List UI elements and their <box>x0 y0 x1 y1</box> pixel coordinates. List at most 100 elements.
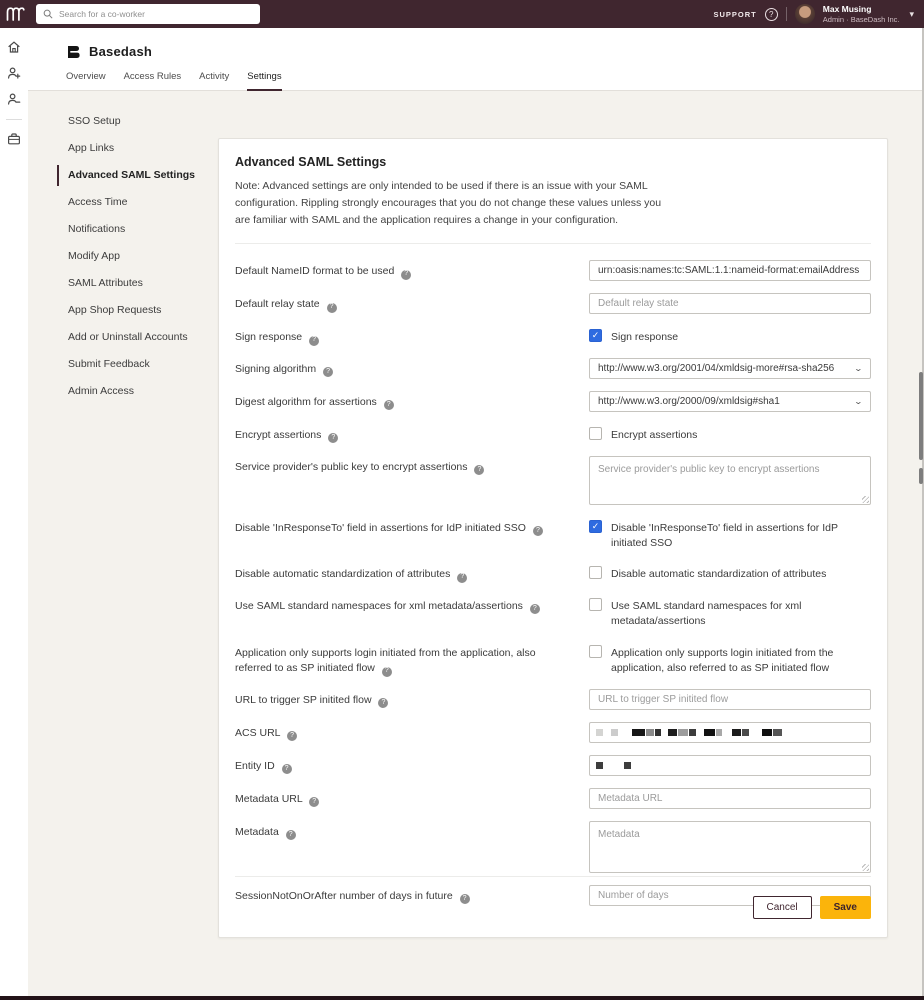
entity-id-label: Entity ID ? <box>235 755 589 776</box>
digest-algorithm-selected-value: http://www.w3.org/2000/09/xmldsig#sha1 <box>598 396 780 407</box>
metadata-help-icon[interactable]: ? <box>286 830 296 840</box>
metadata-placeholder: Metadata <box>598 829 640 840</box>
tab-activity[interactable]: Activity <box>199 71 229 91</box>
sp-public-key-label: Service provider's public key to encrypt… <box>235 456 589 505</box>
metadata-url-help-icon[interactable]: ? <box>309 797 319 807</box>
sidebar-item-app-shop-requests[interactable]: App Shop Requests <box>57 300 217 321</box>
field-row-acs-url: ACS URL ? <box>235 722 871 743</box>
briefcase-icon[interactable] <box>0 132 28 146</box>
sign-response-help-icon[interactable]: ? <box>309 336 319 346</box>
rippling-logo-icon[interactable] <box>0 5 30 23</box>
user-avatar[interactable] <box>795 4 815 24</box>
topbar: Search for a co-worker SUPPORT ? Max Mus… <box>0 0 924 28</box>
signing-algorithm-help-icon[interactable]: ? <box>323 367 333 377</box>
saml-standard-namespaces-checkbox[interactable] <box>589 598 602 611</box>
field-row-encrypt-assertions: Encrypt assertions ?Encrypt assertions <box>235 424 871 444</box>
sidebar-item-app-links[interactable]: App Links <box>57 138 217 159</box>
sp-initiated-only-checkbox-label: Application only supports login initiate… <box>611 645 871 676</box>
sp-initiated-url-label: URL to trigger SP initited flow ? <box>235 689 589 710</box>
help-icon[interactable]: ? <box>765 8 778 21</box>
signing-algorithm-label: Signing algorithm ? <box>235 358 589 379</box>
chevron-down-icon[interactable]: ▾ <box>909 9 914 20</box>
disable-auto-standardization-help-icon[interactable]: ? <box>457 573 467 583</box>
sidebar-item-access-time[interactable]: Access Time <box>57 192 217 213</box>
topbar-divider <box>786 7 787 21</box>
default-relay-state-input[interactable]: Default relay state <box>589 293 871 314</box>
default-nameid-format-value: urn:oasis:names:tc:SAML:1.1:nameid-forma… <box>598 265 859 276</box>
sp-initiated-url-input[interactable]: URL to trigger SP initited flow <box>589 689 871 710</box>
panel-divider <box>235 243 871 244</box>
advanced-saml-settings-panel: Advanced SAML Settings Note: Advanced se… <box>218 138 888 938</box>
field-row-entity-id: Entity ID ? <box>235 755 871 776</box>
digest-algorithm-help-icon[interactable]: ? <box>384 400 394 410</box>
save-button[interactable]: Save <box>820 896 871 919</box>
default-relay-state-help-icon[interactable]: ? <box>327 303 337 313</box>
metadata-url-input[interactable]: Metadata URL <box>589 788 871 809</box>
field-row-sp-initiated-url: URL to trigger SP initited flow ?URL to … <box>235 689 871 710</box>
entity-id-input[interactable] <box>589 755 871 776</box>
signing-algorithm-select[interactable]: http://www.w3.org/2001/04/xmldsig-more#r… <box>589 358 871 379</box>
entity-id-redacted-value <box>590 756 631 775</box>
field-row-metadata: Metadata ?Metadata <box>235 821 871 873</box>
acs-url-help-icon[interactable]: ? <box>287 731 297 741</box>
tab-overview[interactable]: Overview <box>66 71 106 91</box>
search-placeholder: Search for a co-worker <box>59 9 145 19</box>
sign-response-label: Sign response ? <box>235 326 589 346</box>
sidebar-item-admin-access[interactable]: Admin Access <box>57 381 217 402</box>
encrypt-assertions-checkbox[interactable] <box>589 427 602 440</box>
sp-initiated-only-help-icon[interactable]: ? <box>382 667 392 677</box>
user-menu[interactable]: Max Musing Admin · BaseDash Inc. <box>823 4 900 23</box>
search-icon <box>43 9 53 19</box>
acs-url-redacted-value <box>590 723 782 742</box>
resize-handle[interactable] <box>862 496 869 503</box>
default-nameid-format-help-icon[interactable]: ? <box>401 270 411 280</box>
entity-id-help-icon[interactable]: ? <box>282 764 292 774</box>
search-input[interactable]: Search for a co-worker <box>36 4 260 24</box>
sidebar-item-add-or-uninstall-accounts[interactable]: Add or Uninstall Accounts <box>57 327 217 348</box>
scrollbar-thumb-small[interactable] <box>919 468 923 484</box>
tab-settings[interactable]: Settings <box>247 71 281 91</box>
disable-inresponseto-checkbox[interactable]: ✓ <box>589 520 602 533</box>
default-nameid-format-input[interactable]: urn:oasis:names:tc:SAML:1.1:nameid-forma… <box>589 260 871 281</box>
cancel-button[interactable]: Cancel <box>753 896 812 919</box>
scrollbar-thumb[interactable] <box>919 372 923 460</box>
panel-footer: Cancel Save <box>235 876 871 937</box>
disable-auto-standardization-label: Disable automatic standardization of att… <box>235 563 589 583</box>
page-title: Basedash <box>89 44 152 59</box>
remove-person-icon[interactable] <box>0 92 28 106</box>
sp-public-key-textarea[interactable]: Service provider's public key to encrypt… <box>589 456 871 505</box>
disable-inresponseto-help-icon[interactable]: ? <box>533 526 543 536</box>
disable-auto-standardization-checkbox[interactable] <box>589 566 602 579</box>
tab-access-rules[interactable]: Access Rules <box>124 71 182 91</box>
encrypt-assertions-label: Encrypt assertions ? <box>235 424 589 444</box>
resize-handle[interactable] <box>862 864 869 871</box>
acs-url-label: ACS URL ? <box>235 722 589 743</box>
digest-algorithm-select[interactable]: http://www.w3.org/2000/09/xmldsig#sha1⌄ <box>589 391 871 412</box>
disable-auto-standardization-checkbox-label: Disable automatic standardization of att… <box>611 566 826 582</box>
field-row-sign-response: Sign response ?✓Sign response <box>235 326 871 346</box>
sidebar-item-submit-feedback[interactable]: Submit Feedback <box>57 354 217 375</box>
sidebar-item-notifications[interactable]: Notifications <box>57 219 217 240</box>
support-link[interactable]: SUPPORT <box>714 10 757 19</box>
metadata-textarea[interactable]: Metadata <box>589 821 871 873</box>
field-row-sp-initiated-only: Application only supports login initiate… <box>235 642 871 678</box>
sp-initiated-only-label: Application only supports login initiate… <box>235 642 589 678</box>
sign-response-checkbox[interactable]: ✓ <box>589 329 602 342</box>
sidebar-item-advanced-saml-settings[interactable]: Advanced SAML Settings <box>57 165 217 186</box>
user-name: Max Musing <box>823 4 900 14</box>
metadata-url-placeholder: Metadata URL <box>598 793 662 804</box>
sidebar-item-modify-app[interactable]: Modify App <box>57 246 217 267</box>
sp-initiated-only-checkbox[interactable] <box>589 645 602 658</box>
home-icon[interactable] <box>0 40 28 54</box>
sp-public-key-help-icon[interactable]: ? <box>474 465 484 475</box>
acs-url-input[interactable] <box>589 722 871 743</box>
saml-standard-namespaces-checkbox-label: Use SAML standard namespaces for xml met… <box>611 598 871 629</box>
sidebar-item-saml-attributes[interactable]: SAML Attributes <box>57 273 217 294</box>
encrypt-assertions-help-icon[interactable]: ? <box>328 433 338 443</box>
sp-initiated-url-help-icon[interactable]: ? <box>378 698 388 708</box>
sp-initiated-url-placeholder: URL to trigger SP initited flow <box>598 694 728 705</box>
saml-standard-namespaces-help-icon[interactable]: ? <box>530 604 540 614</box>
chevron-down-icon: ⌄ <box>854 364 863 373</box>
add-person-icon[interactable] <box>0 66 28 80</box>
sidebar-item-sso-setup[interactable]: SSO Setup <box>57 111 217 132</box>
